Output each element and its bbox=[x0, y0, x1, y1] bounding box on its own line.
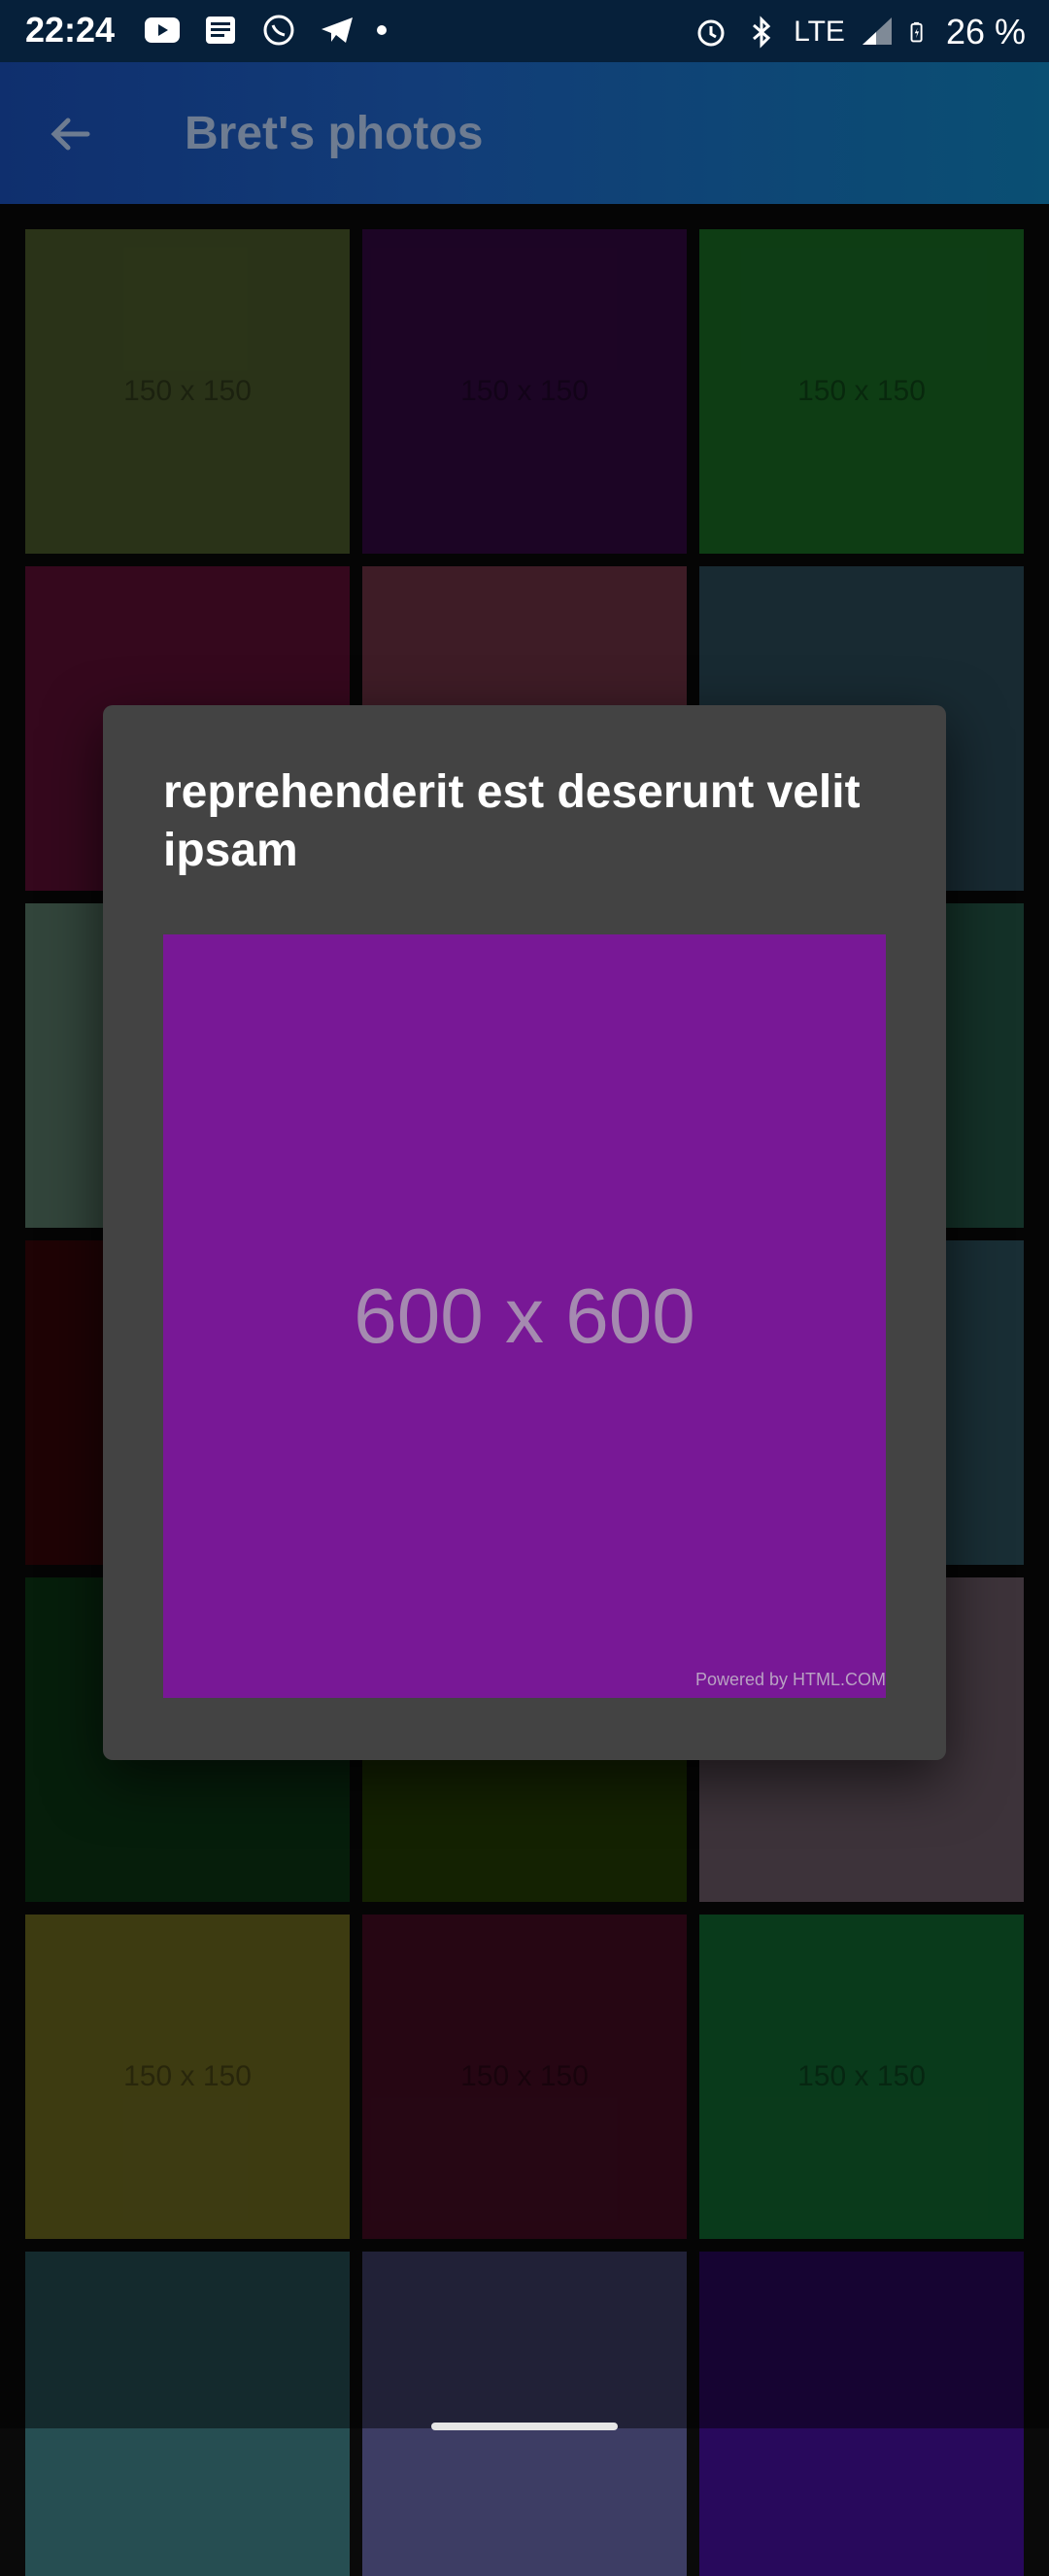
battery-icon bbox=[910, 21, 923, 43]
status-bar: 22:24 LTE 26 % bbox=[0, 0, 1049, 62]
photo-credit: Powered by HTML.COM bbox=[694, 1670, 886, 1689]
dialog-photo: 600 x 600 Powered by HTML.COM bbox=[163, 934, 886, 1698]
app-bar: Bret's photos bbox=[0, 62, 1049, 204]
page-title: Bret's photos bbox=[185, 108, 484, 159]
system-icons: LTE 26 % bbox=[693, 12, 1026, 52]
news-icon bbox=[206, 17, 235, 44]
status-time: 22:24 bbox=[25, 10, 116, 50]
signal-icon bbox=[862, 17, 892, 45]
arrow-back-icon[interactable] bbox=[43, 107, 97, 161]
youtube-icon bbox=[145, 17, 180, 43]
photo-size-label: 600 x 600 bbox=[354, 1272, 695, 1359]
photo-dialog: reprehenderit est deserunt velit ipsam 6… bbox=[103, 705, 946, 1760]
alarm-icon bbox=[697, 19, 725, 47]
more-dot-icon bbox=[377, 25, 387, 35]
battery-percent: 26 % bbox=[945, 12, 1026, 51]
bluetooth-icon bbox=[753, 16, 771, 49]
dialog-title: reprehenderit est deserunt velit ipsam bbox=[163, 766, 861, 876]
notification-icons bbox=[144, 14, 387, 47]
home-indicator[interactable] bbox=[431, 2423, 618, 2430]
network-type: LTE bbox=[794, 16, 845, 48]
whatsapp-icon bbox=[263, 15, 294, 46]
telegram-icon bbox=[321, 17, 353, 43]
